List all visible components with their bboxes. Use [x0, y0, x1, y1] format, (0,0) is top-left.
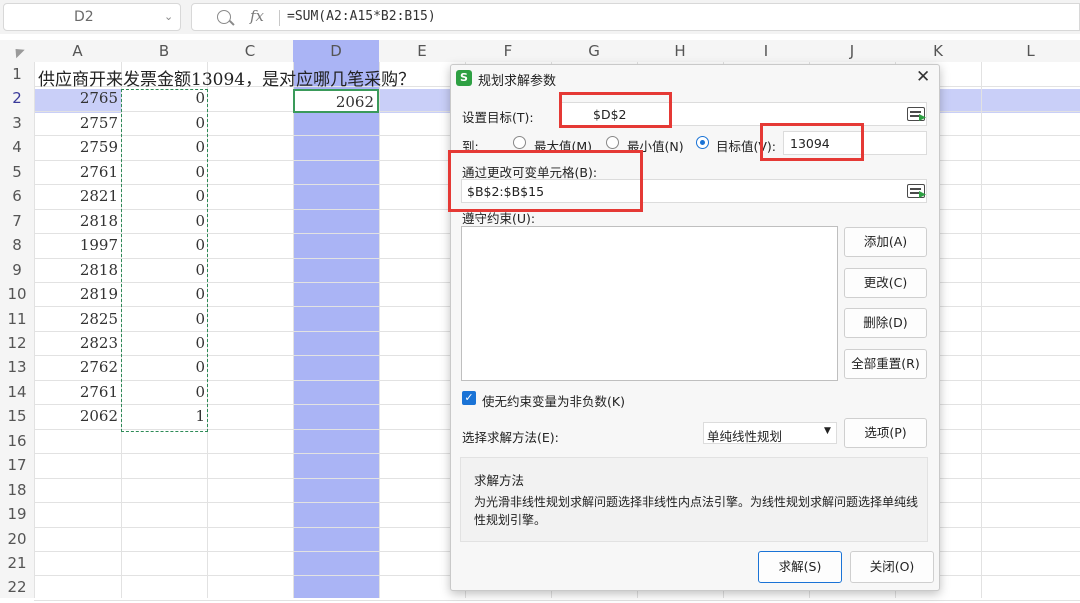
row-header-10[interactable]: 10: [0, 285, 34, 309]
cell-a9[interactable]: 2818: [34, 261, 118, 279]
row-header-8[interactable]: 8: [0, 236, 34, 260]
constraints-list[interactable]: [461, 226, 838, 381]
group-title: 求解方法: [474, 473, 525, 488]
active-cell-d2[interactable]: 2062: [293, 89, 379, 113]
row-header-19[interactable]: 19: [0, 505, 34, 529]
row-header-7[interactable]: 7: [0, 212, 34, 236]
max-radio[interactable]: [513, 136, 526, 149]
selected-column-d: [293, 62, 379, 598]
solver-dialog[interactable]: S 规划求解参数 ✕ 设置目标(T): $D$2 到: 最大值(M) 最小值(N…: [450, 64, 940, 591]
cell-a12[interactable]: 2823: [34, 334, 118, 352]
row-header-18[interactable]: 18: [0, 481, 34, 505]
column-header-e[interactable]: E: [379, 40, 465, 62]
divider: [279, 10, 280, 26]
method-label: 选择求解方法(E):: [462, 430, 559, 445]
set-target-label: 设置目标(T):: [462, 110, 534, 125]
caret-down-icon[interactable]: ▼: [824, 426, 831, 436]
column-header-j[interactable]: J: [809, 40, 895, 62]
column-header-c[interactable]: C: [207, 40, 293, 62]
row-header-5[interactable]: 5: [0, 163, 34, 187]
row-header-4[interactable]: 4: [0, 138, 34, 162]
formula-bar: D2 ⌄ fx =SUM(A2:A15*B2:B15): [0, 0, 1080, 34]
range-picker-icon[interactable]: [907, 107, 925, 121]
column-header-g[interactable]: G: [551, 40, 637, 62]
column-header-l[interactable]: L: [981, 40, 1080, 62]
cell-a15[interactable]: 2062: [34, 407, 118, 425]
row-header-21[interactable]: 21: [0, 554, 34, 578]
column-header-f[interactable]: F: [465, 40, 551, 62]
grid-vline: [293, 62, 294, 598]
method-select[interactable]: 单纯线性规划 ▼: [703, 422, 837, 444]
group-description: 为光滑非线性规划求解问题选择非线性内点法引擎。为线性规划求解问题选择单纯线性规划…: [474, 495, 919, 527]
method-value: 单纯线性规划: [707, 429, 783, 444]
close-button[interactable]: 关闭(O): [850, 551, 934, 583]
row-header-14[interactable]: 14: [0, 383, 34, 407]
cell-a5[interactable]: 2761: [34, 163, 118, 181]
row-header-11[interactable]: 11: [0, 310, 34, 334]
row-header-20[interactable]: 20: [0, 530, 34, 554]
name-box-value: D2: [74, 9, 94, 25]
column-header-h[interactable]: H: [637, 40, 723, 62]
min-radio[interactable]: [606, 136, 619, 149]
row1-note[interactable]: 供应商开来发票金额13094，是对应哪几笔采购？: [38, 65, 415, 90]
delete-button[interactable]: 删除(D): [844, 308, 927, 338]
nonneg-checkbox[interactable]: ✓: [462, 391, 476, 405]
name-box[interactable]: D2 ⌄: [3, 3, 181, 31]
row-header-9[interactable]: 9: [0, 261, 34, 285]
range-picker-icon[interactable]: [907, 184, 925, 198]
row-header-1[interactable]: 1: [0, 65, 34, 89]
row-header-13[interactable]: 13: [0, 358, 34, 382]
annotation-box-value: [760, 123, 864, 161]
method-description-group: 求解方法 为光滑非线性规划求解问题选择非线性内点法引擎。为线性规划求解问题选择单…: [460, 457, 928, 542]
cell-a11[interactable]: 2825: [34, 310, 118, 328]
grid-vline: [981, 62, 982, 598]
target-value-radio[interactable]: [696, 136, 709, 149]
column-header-a[interactable]: A: [34, 40, 121, 62]
annotation-box-target: [559, 92, 672, 128]
app-logo-icon: S: [456, 70, 472, 86]
row-header-16[interactable]: 16: [0, 432, 34, 456]
formula-input[interactable]: fx =SUM(A2:A15*B2:B15): [191, 3, 1080, 31]
annotation-box-changing: [448, 150, 643, 212]
reset-all-button[interactable]: 全部重置(R): [844, 349, 927, 379]
row-2-highlight-e: [379, 89, 450, 113]
row-header-12[interactable]: 12: [0, 334, 34, 358]
close-icon[interactable]: ✕: [916, 67, 930, 87]
dialog-title: 规划求解参数: [478, 74, 557, 89]
copy-marquee: [121, 89, 208, 432]
grid-hline: [34, 600, 1080, 601]
row-header-3[interactable]: 3: [0, 114, 34, 138]
row-header-17[interactable]: 17: [0, 456, 34, 480]
fx-icon[interactable]: fx: [250, 7, 264, 25]
d2-value: 2062: [335, 93, 374, 111]
cell-a8[interactable]: 1997: [34, 236, 118, 254]
cell-a3[interactable]: 2757: [34, 114, 118, 132]
row-header-22[interactable]: 22: [0, 578, 34, 602]
column-header-i[interactable]: I: [723, 40, 809, 62]
solve-button[interactable]: 求解(S): [758, 551, 842, 583]
formula-text: =SUM(A2:A15*B2:B15): [287, 9, 436, 24]
add-button[interactable]: 添加(A): [844, 227, 927, 257]
row-header-2[interactable]: 2: [0, 89, 34, 113]
column-header-b[interactable]: B: [121, 40, 207, 62]
row-header-15[interactable]: 15: [0, 407, 34, 431]
cell-a13[interactable]: 2762: [34, 358, 118, 376]
chevron-down-icon[interactable]: ⌄: [164, 10, 173, 23]
column-header-d[interactable]: D: [293, 40, 379, 62]
column-header-k[interactable]: K: [895, 40, 981, 62]
row-2-highlight: [940, 89, 1080, 113]
row-header-6[interactable]: 6: [0, 187, 34, 211]
cell-a7[interactable]: 2818: [34, 212, 118, 230]
cell-a10[interactable]: 2819: [34, 285, 118, 303]
options-button[interactable]: 选项(P): [844, 418, 927, 448]
nonneg-label: 使无约束变量为非负数(K): [482, 394, 625, 409]
cell-a4[interactable]: 2759: [34, 138, 118, 156]
cell-a14[interactable]: 2761: [34, 383, 118, 401]
cell-a6[interactable]: 2821: [34, 187, 118, 205]
grid-vline: [379, 62, 380, 598]
cell-a2[interactable]: 2765: [34, 89, 118, 107]
change-button[interactable]: 更改(C): [844, 268, 927, 298]
zoom-icon[interactable]: [217, 10, 231, 24]
